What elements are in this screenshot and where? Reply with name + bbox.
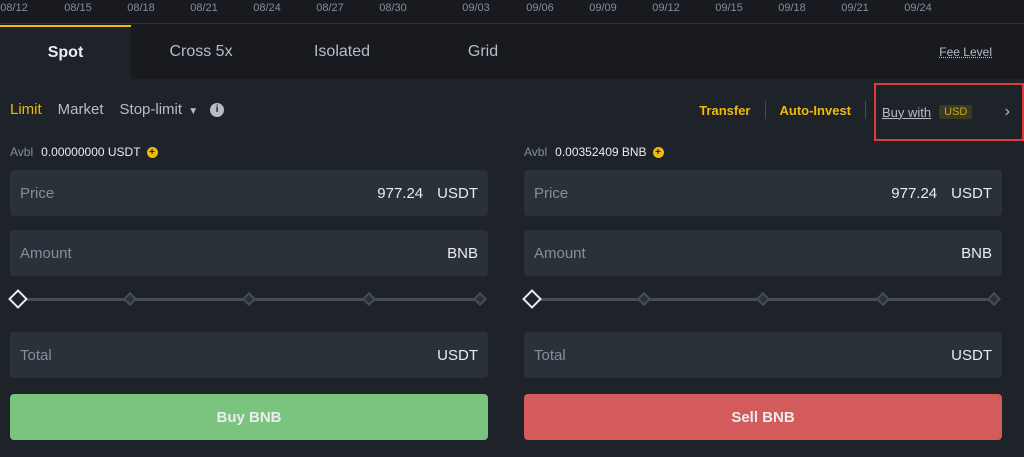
caret-down-icon: ▼	[188, 106, 199, 117]
total-unit: USDT	[437, 346, 478, 364]
date-tick: 09/03	[462, 2, 490, 14]
info-icon[interactable]: i	[210, 102, 225, 117]
stop-limit-label: Stop-limit	[119, 101, 183, 118]
tab-cross[interactable]: Cross 5x	[131, 25, 271, 79]
amount-slider[interactable]	[8, 288, 488, 310]
order-type-market[interactable]: Market	[58, 101, 104, 118]
chevron-right-icon: ›	[1004, 103, 1010, 120]
total-unit: USDT	[951, 346, 992, 364]
transfer-button[interactable]: Transfer	[685, 103, 764, 118]
divider	[865, 101, 866, 119]
price-unit: USDT	[951, 184, 992, 202]
buy-button[interactable]: Buy BNB	[10, 394, 488, 440]
available-balance: Avbl 0.00000000 USDT +	[10, 142, 488, 162]
date-tick: 08/30	[379, 2, 407, 14]
slider-handle[interactable]	[522, 289, 542, 309]
trading-mode-tabs: Spot Cross 5x Isolated Grid Fee Level	[0, 25, 1024, 79]
currency-badge: USD	[939, 105, 973, 119]
slider-mark-50[interactable]	[241, 291, 257, 307]
total-label: Total	[20, 346, 52, 364]
date-tick: 09/15	[715, 2, 743, 14]
date-tick: 09/09	[589, 2, 617, 14]
date-tick: 08/27	[316, 2, 344, 14]
chart-date-axis: 08/12 08/15 08/18 08/21 08/24 08/27 08/3…	[0, 0, 1024, 24]
buy-form: Avbl 0.00000000 USDT + Price 977.24 USDT…	[8, 142, 488, 440]
slider-mark-50[interactable]	[755, 291, 771, 307]
header-actions: Transfer Auto-Invest Buy with USD ›	[685, 83, 1024, 141]
price-input[interactable]: Price 977.24 USDT	[10, 170, 488, 216]
avbl-value: 0.00000000 USDT	[41, 145, 141, 159]
slider-mark-100[interactable]	[472, 291, 488, 307]
date-tick: 09/18	[778, 2, 806, 14]
avbl-label: Avbl	[524, 145, 548, 159]
date-tick: 09/21	[841, 2, 869, 14]
auto-invest-button[interactable]: Auto-Invest	[766, 103, 866, 118]
order-form-panel: Limit Market Stop-limit ▼ i Transfer Aut…	[0, 79, 1024, 457]
price-value: 977.24	[891, 184, 938, 202]
sell-button[interactable]: Sell BNB	[524, 394, 1002, 440]
amount-input[interactable]: Amount BNB	[10, 230, 488, 276]
date-tick: 09/06	[526, 2, 554, 14]
date-tick: 09/12	[652, 2, 680, 14]
total-input[interactable]: Total USDT	[10, 332, 488, 378]
amount-label: Amount	[20, 244, 72, 262]
available-balance: Avbl 0.00352409 BNB +	[524, 142, 1002, 162]
fee-level-link[interactable]: Fee Level	[939, 45, 992, 59]
amount-input[interactable]: Amount BNB	[524, 230, 1002, 276]
slider-mark-75[interactable]	[875, 291, 890, 307]
price-label: Price	[20, 184, 55, 202]
order-type-limit[interactable]: Limit	[10, 101, 42, 118]
avbl-value: 0.00352409 BNB	[555, 145, 647, 159]
total-input[interactable]: Total USDT	[524, 332, 1002, 378]
slider-mark-25[interactable]	[636, 291, 651, 307]
amount-unit: BNB	[447, 244, 478, 262]
amount-slider[interactable]	[522, 288, 1002, 310]
slider-mark-25[interactable]	[122, 291, 137, 307]
amount-label: Amount	[534, 244, 586, 262]
slider-mark-75[interactable]	[361, 291, 376, 307]
avbl-label: Avbl	[10, 145, 34, 159]
plus-circle-icon[interactable]: +	[652, 146, 664, 158]
sell-form: Avbl 0.00352409 BNB + Price 977.24 USDT …	[522, 142, 1002, 440]
buy-with-usd-button[interactable]: Buy with USD ›	[874, 83, 1024, 141]
price-unit: USDT	[437, 184, 478, 202]
tab-grid[interactable]: Grid	[413, 25, 553, 79]
order-type-stop-limit[interactable]: Stop-limit ▼	[120, 101, 199, 118]
date-tick: 08/24	[253, 2, 281, 14]
amount-unit: BNB	[961, 244, 992, 262]
price-value: 977.24	[377, 184, 424, 202]
slider-mark-100[interactable]	[986, 291, 1002, 307]
date-tick: 08/18	[127, 2, 155, 14]
order-type-selector: Limit Market Stop-limit ▼ i	[10, 101, 225, 118]
tab-isolated[interactable]: Isolated	[271, 25, 413, 79]
date-tick: 08/21	[190, 2, 218, 14]
price-label: Price	[534, 184, 569, 202]
price-input[interactable]: Price 977.24 USDT	[524, 170, 1002, 216]
total-label: Total	[534, 346, 566, 364]
date-tick: 08/15	[64, 2, 92, 14]
date-tick: 09/24	[904, 2, 932, 14]
buy-with-label: Buy with	[882, 104, 932, 120]
slider-handle[interactable]	[8, 289, 28, 309]
date-tick: 08/12	[0, 2, 28, 14]
plus-circle-icon[interactable]: +	[146, 146, 158, 158]
tab-spot[interactable]: Spot	[0, 25, 131, 79]
